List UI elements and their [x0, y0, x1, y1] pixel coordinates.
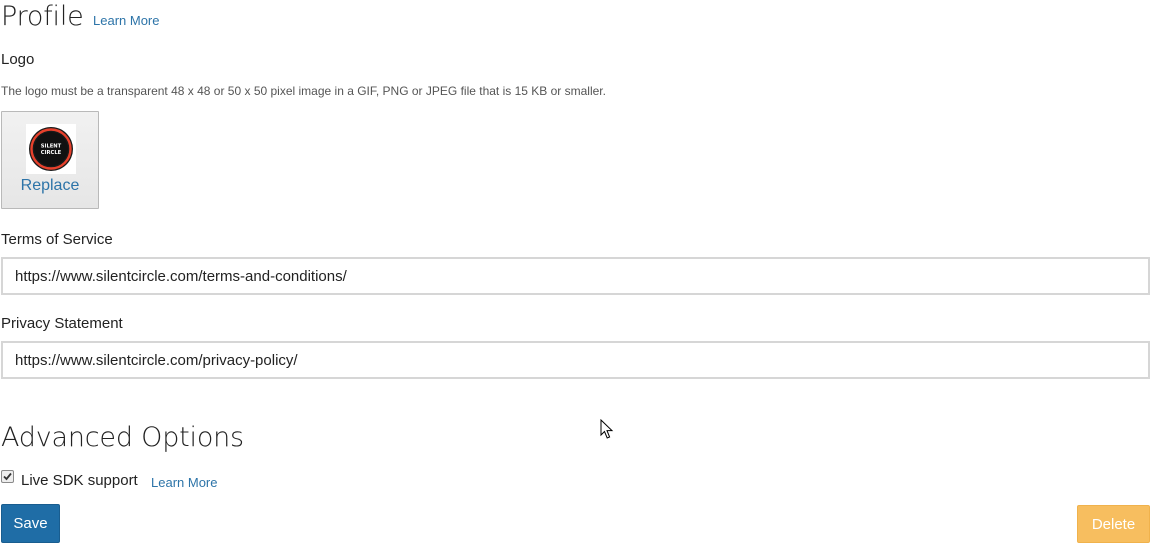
replace-label: Replace [20, 177, 80, 194]
live-sdk-learn-more-link[interactable]: Learn More [151, 475, 217, 490]
live-sdk-label[interactable]: Live SDK support [21, 472, 138, 489]
mouse-cursor-icon [600, 418, 614, 445]
live-sdk-checkbox[interactable] [1, 470, 14, 483]
profile-page: Profile Learn More Logo The logo must be… [0, 0, 1153, 547]
privacy-statement-label: Privacy Statement [1, 315, 123, 332]
advanced-options-heading: Advanced Options [1, 422, 244, 453]
logo-replace-button[interactable]: SILENT CIRCLE Replace [1, 111, 99, 209]
save-button[interactable]: Save [1, 504, 60, 543]
logo-label: Logo [1, 51, 35, 68]
silent-circle-logo-icon: SILENT CIRCLE [29, 127, 73, 171]
logo-image: SILENT CIRCLE [26, 124, 76, 174]
profile-learn-more-link[interactable]: Learn More [93, 13, 159, 28]
terms-of-service-input[interactable] [1, 257, 1150, 295]
logo-hint-text: The logo must be a transparent 48 x 48 o… [1, 84, 606, 98]
privacy-statement-input[interactable] [1, 341, 1150, 379]
logo-text-line1: SILENT [41, 144, 62, 150]
profile-heading: Profile [1, 1, 84, 32]
logo-text-line2: CIRCLE [41, 150, 62, 156]
delete-button[interactable]: Delete [1077, 505, 1150, 543]
terms-of-service-label: Terms of Service [1, 231, 113, 248]
checkmark-icon [3, 472, 12, 481]
